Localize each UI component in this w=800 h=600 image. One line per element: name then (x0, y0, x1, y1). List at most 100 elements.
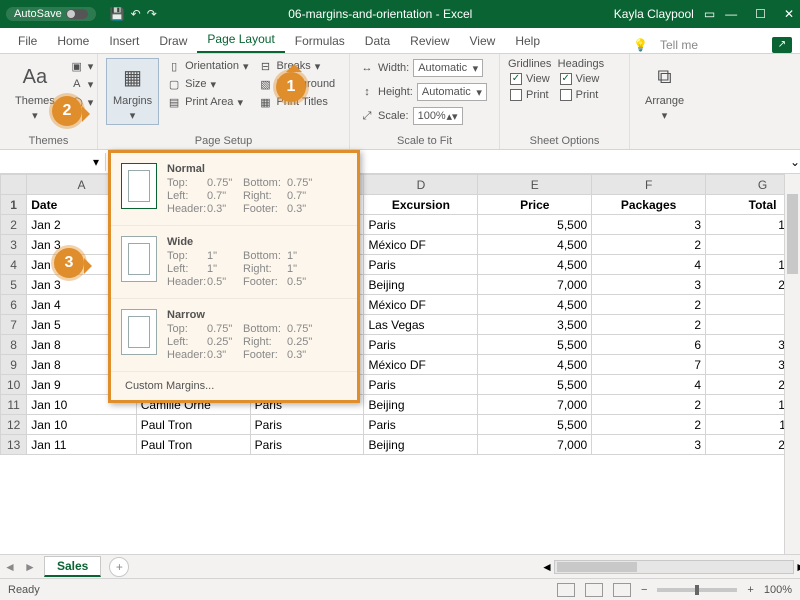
colors-button[interactable]: ▣▾ (68, 58, 96, 74)
zoom-out-button[interactable]: − (641, 584, 647, 596)
height-combo[interactable]: Automatic▾ (417, 83, 487, 101)
cell[interactable]: 3 (592, 435, 706, 455)
tab-file[interactable]: File (8, 30, 47, 53)
page-break-view-button[interactable] (613, 583, 631, 597)
cell[interactable]: 4,500 (478, 295, 592, 315)
row-header[interactable]: 2 (1, 215, 27, 235)
cell[interactable]: 5,500 (478, 335, 592, 355)
margins-button[interactable]: ▦ Margins ▾ (106, 58, 159, 125)
cell[interactable]: Jan 11 (27, 435, 136, 455)
ribbon-display-icon[interactable]: ▭ (704, 7, 715, 21)
tab-home[interactable]: Home (47, 30, 99, 53)
cell[interactable]: 4,500 (478, 235, 592, 255)
tab-help[interactable]: Help (505, 30, 550, 53)
cell[interactable]: Paris (250, 415, 364, 435)
cell[interactable]: Packages (592, 195, 706, 215)
redo-icon[interactable]: ↷ (147, 7, 157, 21)
cell[interactable]: 5,500 (478, 415, 592, 435)
sheet-nav-next[interactable]: ► (20, 560, 40, 574)
row-header[interactable]: 8 (1, 335, 27, 355)
cell[interactable]: Paul Tron (136, 435, 250, 455)
orientation-button[interactable]: ▯Orientation ▾ (165, 58, 250, 74)
share-button[interactable]: ↗ (772, 37, 792, 53)
size-button[interactable]: ▢Size ▾ (165, 76, 250, 92)
cell[interactable]: 2 (592, 295, 706, 315)
scrollbar-thumb[interactable] (557, 562, 637, 572)
cell[interactable]: Paris (364, 255, 478, 275)
tab-data[interactable]: Data (355, 30, 400, 53)
save-icon[interactable]: 💾 (110, 7, 125, 21)
row-header[interactable]: 12 (1, 415, 27, 435)
row-header[interactable]: 5 (1, 275, 27, 295)
autosave-toggle[interactable]: AutoSave (6, 7, 96, 21)
width-combo[interactable]: Automatic▾ (413, 59, 483, 77)
cell[interactable]: 7 (592, 355, 706, 375)
tab-insert[interactable]: Insert (99, 30, 149, 53)
zoom-in-button[interactable]: + (747, 584, 753, 596)
gridlines-print-checkbox[interactable]: Print (508, 88, 552, 102)
new-sheet-button[interactable]: + (109, 557, 129, 577)
arrange-button[interactable]: ⧉ Arrange ▾ (638, 58, 691, 125)
tell-me-input[interactable]: Tell me (660, 38, 760, 52)
cell[interactable]: México DF (364, 235, 478, 255)
zoom-slider[interactable] (657, 588, 737, 592)
custom-margins-item[interactable]: Custom Margins... (111, 372, 357, 400)
cell[interactable]: 5,500 (478, 375, 592, 395)
tab-formulas[interactable]: Formulas (285, 30, 355, 53)
name-box[interactable]: ▾ (0, 153, 106, 171)
cell[interactable]: Paris (250, 435, 364, 455)
cell[interactable]: 4,500 (478, 355, 592, 375)
cell[interactable]: 7,000 (478, 395, 592, 415)
cell[interactable]: 4 (592, 375, 706, 395)
cell[interactable]: Paris (364, 335, 478, 355)
user-name[interactable]: Kayla Claypool (614, 7, 694, 21)
cell[interactable]: Excursion (364, 195, 478, 215)
cell[interactable]: Paris (364, 415, 478, 435)
scale-spinner[interactable]: 100%▴▾ (413, 107, 463, 125)
cell[interactable]: Beijing (364, 435, 478, 455)
cell[interactable]: 5,500 (478, 215, 592, 235)
close-icon[interactable]: ✕ (784, 7, 794, 21)
cell[interactable]: México DF (364, 295, 478, 315)
cell[interactable]: 2 (592, 395, 706, 415)
row-header[interactable]: 9 (1, 355, 27, 375)
cell[interactable]: Paul Tron (136, 415, 250, 435)
cell[interactable]: 2 (592, 235, 706, 255)
sheet-tab-sales[interactable]: Sales (44, 556, 101, 577)
gridlines-view-checkbox[interactable]: View (508, 72, 552, 86)
cell[interactable]: Beijing (364, 395, 478, 415)
cell[interactable]: Paris (364, 375, 478, 395)
cell[interactable]: 2 (592, 315, 706, 335)
zoom-level[interactable]: 100% (764, 584, 792, 596)
cell[interactable]: Las Vegas (364, 315, 478, 335)
cell[interactable]: Beijing (364, 275, 478, 295)
undo-icon[interactable]: ↶ (131, 7, 141, 21)
row-header[interactable]: 10 (1, 375, 27, 395)
cell[interactable]: Paris (364, 215, 478, 235)
fonts-button[interactable]: A▾ (68, 76, 96, 92)
vertical-scrollbar[interactable] (784, 174, 800, 554)
minimize-icon[interactable]: — (725, 7, 737, 21)
column-header[interactable]: F (592, 175, 706, 195)
tab-view[interactable]: View (460, 30, 506, 53)
column-header[interactable]: D (364, 175, 478, 195)
column-header[interactable]: E (478, 175, 592, 195)
row-header[interactable]: 6 (1, 295, 27, 315)
maximize-icon[interactable]: ☐ (755, 7, 766, 21)
cell[interactable]: 4 (592, 255, 706, 275)
normal-view-button[interactable] (557, 583, 575, 597)
row-header[interactable]: 7 (1, 315, 27, 335)
row-header[interactable]: 1 (1, 195, 27, 215)
select-all-corner[interactable] (1, 175, 27, 195)
cell[interactable]: 3,500 (478, 315, 592, 335)
row-header[interactable]: 3 (1, 235, 27, 255)
cell[interactable]: Jan 10 (27, 415, 136, 435)
cell[interactable]: 2 (592, 415, 706, 435)
row-header[interactable]: 4 (1, 255, 27, 275)
headings-print-checkbox[interactable]: Print (558, 88, 604, 102)
cell[interactable]: 6 (592, 335, 706, 355)
margins-option-normal[interactable]: Normal Top:0.75"Bottom:0.75" Left:0.7"Ri… (111, 153, 357, 226)
cell[interactable]: México DF (364, 355, 478, 375)
cell[interactable]: 3 (592, 215, 706, 235)
scrollbar-thumb[interactable] (787, 194, 798, 274)
